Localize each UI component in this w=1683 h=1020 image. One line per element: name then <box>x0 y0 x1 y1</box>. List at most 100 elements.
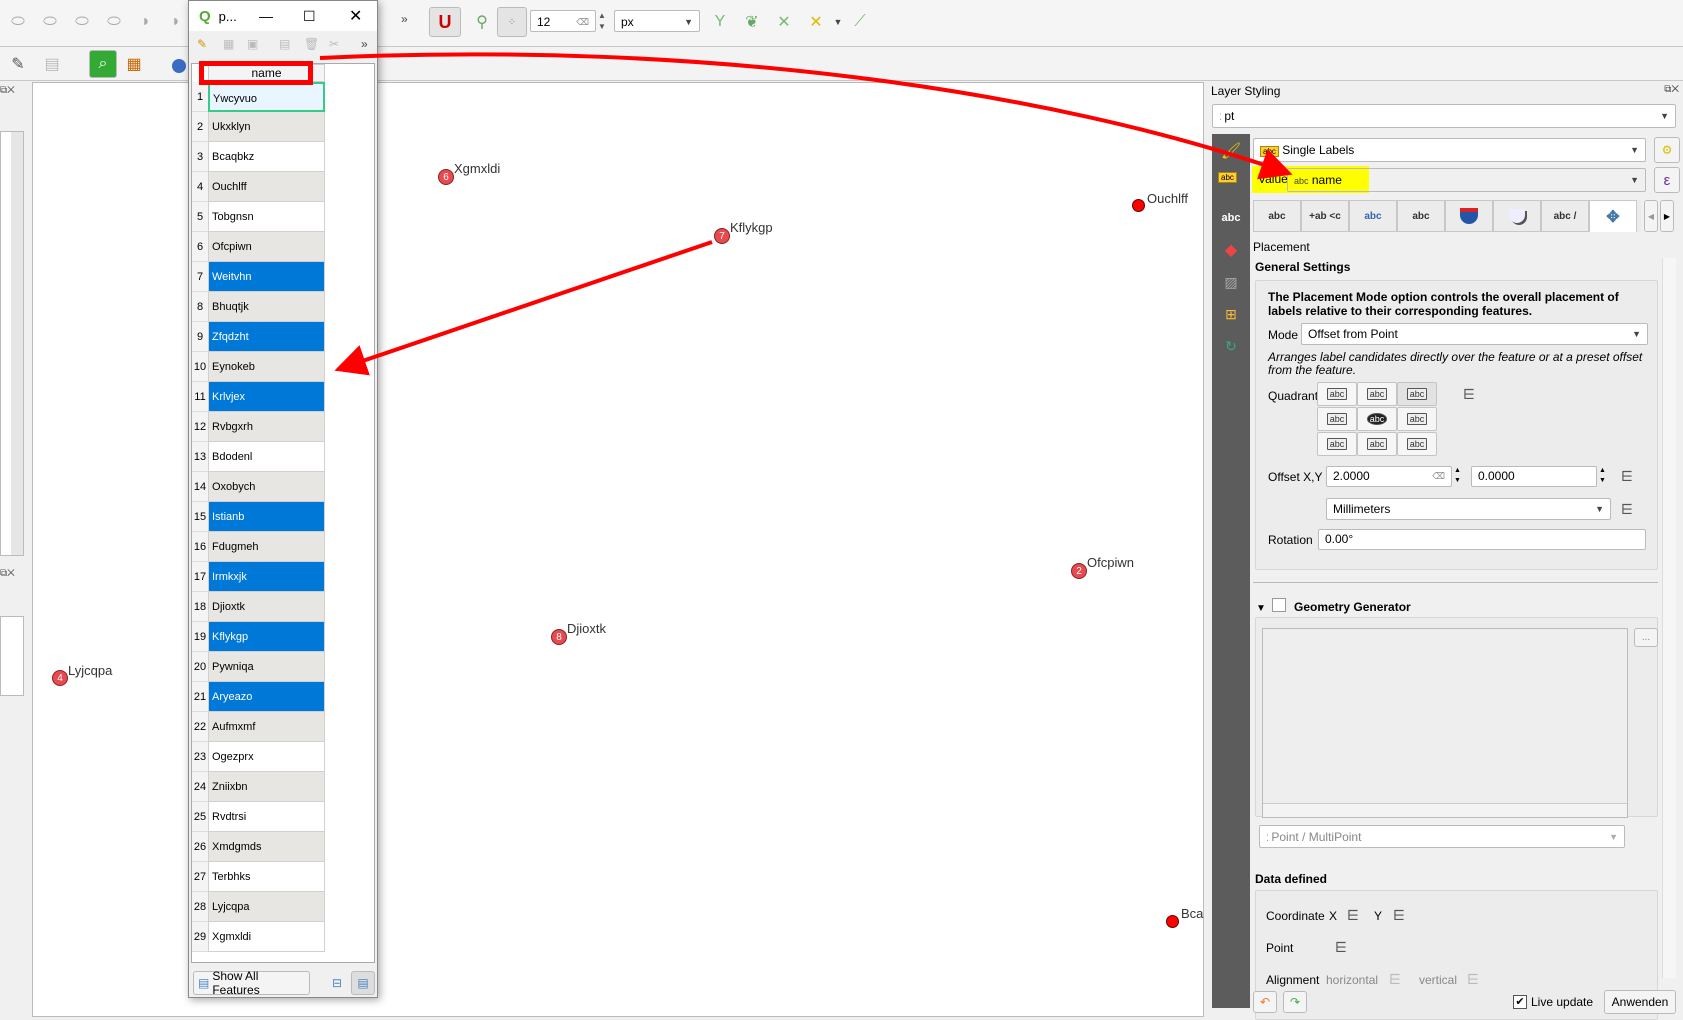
row-number[interactable]: 1 <box>192 82 208 112</box>
units-select[interactable]: Millimeters ▼ <box>1326 498 1611 520</box>
row-number[interactable]: 11 <box>192 382 208 412</box>
map-point[interactable] <box>1166 915 1179 928</box>
dock-float-close-icon-3[interactable]: ⧉✕ <box>1664 84 1679 95</box>
name-cell[interactable]: Xmdgmds <box>208 832 325 862</box>
name-cell[interactable]: Rvbgxrh <box>208 412 325 442</box>
name-cell[interactable]: Ywcyvuo <box>208 82 325 112</box>
quadrant-button[interactable]: abc <box>1317 407 1357 431</box>
layer-select[interactable]: ⁚ pt ▼ <box>1212 104 1676 128</box>
avoid-overlap-icon[interactable]: ❦ <box>740 10 764 34</box>
name-cell[interactable]: Aryeazo <box>208 682 325 712</box>
table-row[interactable]: 21 Aryeazo <box>192 682 374 712</box>
panel-scrollbar[interactable] <box>1662 258 1676 978</box>
name-cell[interactable]: Rvdtrsi <box>208 802 325 832</box>
tool-icon[interactable]: ✎ <box>6 52 30 76</box>
name-cell[interactable]: Djioxtk <box>208 592 325 622</box>
row-number[interactable]: 13 <box>192 442 208 472</box>
table-row[interactable]: 7 Weitvhn <box>192 262 374 292</box>
offset-y-input[interactable]: 0.0000 <box>1471 466 1597 487</box>
table-row[interactable]: 4 Ouchlff <box>192 172 374 202</box>
table-row[interactable]: 20 Pywniqa <box>192 652 374 682</box>
table-row[interactable]: 5 Tobgnsn <box>192 202 374 232</box>
offset-curve-icon[interactable]: ◗ <box>164 10 188 34</box>
maximize-button[interactable]: ☐ <box>303 8 316 25</box>
cloud-icon[interactable] <box>172 59 186 73</box>
name-cell[interactable]: Weitvhn <box>208 262 325 292</box>
name-cell[interactable]: Terbhks <box>208 862 325 892</box>
name-cell[interactable]: Xgmxldi <box>208 922 325 952</box>
table-row[interactable]: 25 Rvdtrsi <box>192 802 374 832</box>
row-number[interactable]: 21 <box>192 682 208 712</box>
table-row[interactable]: 8 Bhuqtjk <box>192 292 374 322</box>
dock-float-close-icon-2[interactable]: ⧉✕ <box>0 568 15 579</box>
tab-mask[interactable]: abc <box>1397 200 1445 232</box>
value-field-select[interactable]: abc name ▼ <box>1287 168 1646 192</box>
name-cell[interactable]: Bhuqtjk <box>208 292 325 322</box>
offset-x-input[interactable]: 2.0000 ⌫ <box>1326 466 1452 487</box>
delete-part-icon[interactable]: ⬭ <box>102 10 126 34</box>
spin-arrows[interactable]: ▲ ▼ <box>598 10 610 32</box>
snap-type-button[interactable]: ⁘ <box>497 7 527 37</box>
row-number[interactable]: 17 <box>192 562 208 592</box>
scrollbar[interactable] <box>11 132 23 555</box>
table-row[interactable]: 1 Ywcyvuo <box>192 82 374 112</box>
row-number[interactable]: 28 <box>192 892 208 922</box>
table-row[interactable]: 23 Ogezprx <box>192 742 374 772</box>
name-cell[interactable]: Krlvjex <box>208 382 325 412</box>
renderer-select[interactable]: abc Single Labels ▼ <box>1253 138 1646 162</box>
name-cell[interactable]: Oxobych <box>208 472 325 502</box>
coordinate-y-dd-icon[interactable]: ⋿ <box>1388 906 1410 924</box>
history-icon[interactable]: ↻ <box>1212 330 1250 362</box>
name-cell[interactable]: Eynokeb <box>208 352 325 382</box>
dock-float-close-icon[interactable]: ⧉✕ <box>0 85 15 96</box>
quadrant-button[interactable]: abc <box>1397 432 1437 456</box>
coordinate-x-dd-icon[interactable]: ⋿ <box>1342 906 1364 924</box>
undo-button[interactable]: ↶ <box>1253 991 1277 1013</box>
tab-buffer[interactable]: abc <box>1349 200 1397 232</box>
snap-layers-icon[interactable]: ⚲ <box>470 10 494 34</box>
clear-icon[interactable]: ⌫ <box>576 11 589 33</box>
row-number[interactable]: 22 <box>192 712 208 742</box>
labels-abc-icon[interactable]: abc <box>1212 202 1250 234</box>
name-cell[interactable]: Bdodenl <box>208 442 325 472</box>
browser-panel[interactable] <box>0 616 24 696</box>
name-cell[interactable]: Ouchlff <box>208 172 325 202</box>
table-row[interactable]: 22 Aufmxmf <box>192 712 374 742</box>
name-cell[interactable]: Bcaqbkz <box>208 142 325 172</box>
tab-formatting[interactable]: +ab <c <box>1301 200 1349 232</box>
map-tool-icon[interactable]: ▦ <box>122 52 146 76</box>
table-row[interactable]: 3 Bcaqbkz <box>192 142 374 172</box>
geometry-generator-checkbox[interactable] <box>1272 598 1286 612</box>
offset-x-spin[interactable]: ▲ ▼ <box>1454 466 1466 486</box>
snap-units-select[interactable]: px ▼ <box>614 10 700 32</box>
table-row[interactable]: 28 Lyjcqpa <box>192 892 374 922</box>
tab-scroll-left[interactable]: ◀ <box>1644 200 1658 232</box>
rotation-input[interactable]: 0.00° <box>1318 529 1646 550</box>
3d-cube-icon[interactable]: ◆ <box>1212 234 1250 266</box>
map-point[interactable]: 4 <box>52 670 68 686</box>
quadrant-button[interactable]: abc <box>1357 432 1397 456</box>
geometry-type-select[interactable]: ⁚ Point / MultiPoint ▼ <box>1259 825 1625 848</box>
diagram-icon[interactable]: ▨ <box>1212 266 1250 298</box>
row-number[interactable]: 23 <box>192 742 208 772</box>
topological-editing-icon[interactable]: Y <box>708 10 732 34</box>
tab-callouts[interactable]: abc / <box>1541 200 1589 232</box>
print-layout-icon[interactable]: ▤ <box>40 52 64 76</box>
identify-button[interactable]: ⌕ <box>89 50 117 78</box>
expression-button[interactable]: ε <box>1654 167 1680 193</box>
row-number[interactable]: 24 <box>192 772 208 802</box>
minimize-button[interactable]: — <box>259 8 273 24</box>
quadrant-button[interactable]: abc <box>1357 407 1397 431</box>
table-view-button[interactable]: ▤ <box>351 971 375 995</box>
map-point[interactable]: 2 <box>1071 563 1087 579</box>
name-cell[interactable]: Irmkxjk <box>208 562 325 592</box>
map-point[interactable] <box>1132 199 1145 212</box>
row-number[interactable]: 4 <box>192 172 208 202</box>
quadrant-button[interactable]: abc <box>1317 382 1357 406</box>
map-point[interactable]: 7 <box>714 228 730 244</box>
snap-intersection-icon[interactable]: ✕ <box>772 10 796 34</box>
row-number[interactable]: 26 <box>192 832 208 862</box>
form-view-button[interactable]: ⊟ <box>327 973 347 993</box>
table-row[interactable]: 27 Terbhks <box>192 862 374 892</box>
units-dd-icon[interactable]: ⋿ <box>1616 500 1638 518</box>
